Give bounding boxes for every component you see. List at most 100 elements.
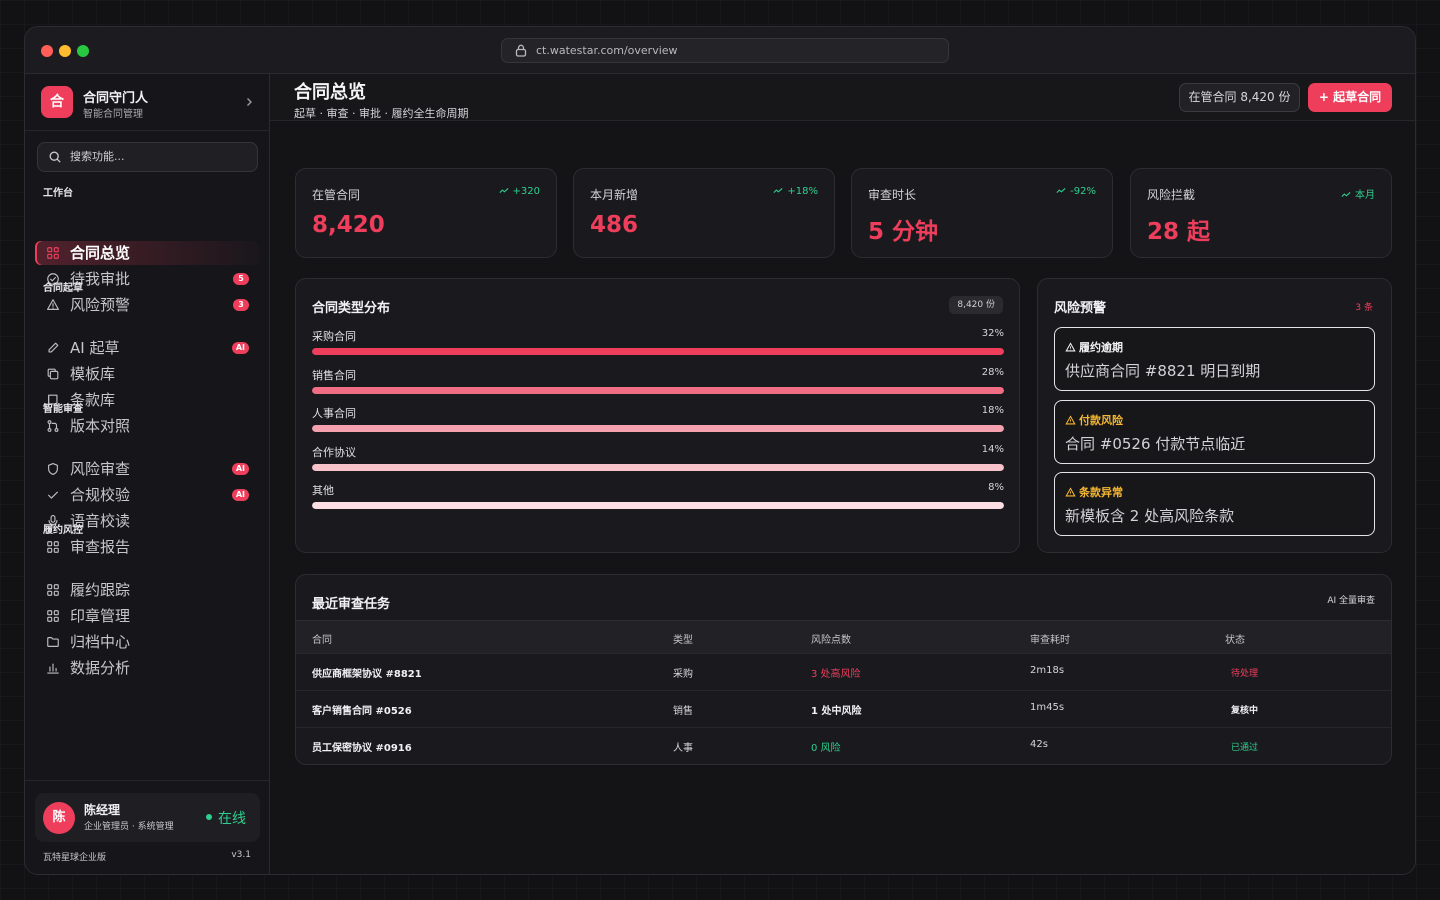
warning-icon: [1065, 414, 1076, 424]
alert-text: 新模板含 2 处高风险条款: [1065, 507, 1235, 525]
risk-cell: 3 处高风险: [811, 669, 861, 680]
sidebar-item-6[interactable]: 版本对照: [35, 414, 259, 438]
distribution-bar-track: [312, 387, 1004, 394]
duration-cell: 42s: [1030, 739, 1048, 750]
online-dot-icon: [206, 814, 212, 820]
alert-text: 供应商合同 #8821 明日到期: [1065, 362, 1261, 380]
user-role: 企业管理员 · 系统管理: [84, 822, 174, 832]
contract-name-cell: 员工保密协议 #0916: [312, 743, 412, 754]
distribution-bar-fill: [312, 502, 1004, 509]
nav-badge: 3: [233, 299, 249, 311]
kpi-trend-value: +18%: [787, 186, 818, 197]
check-icon: [48, 491, 58, 499]
divider: [25, 780, 270, 781]
avatar: 陈: [43, 802, 75, 834]
risk-alert-item[interactable]: 履约逾期 供应商合同 #8821 明日到期: [1054, 327, 1375, 391]
kpi-label: 审查时长: [868, 188, 917, 202]
risk-alert-item[interactable]: 条款异常新模板含 2 处高风险条款: [1054, 472, 1375, 536]
brand-subtitle: 智能合同管理: [83, 109, 143, 120]
sidebar-item-0[interactable]: 合同总览: [35, 241, 259, 265]
contract-type-distribution-card: 合同类型分布 8,420 份 采购合同 32% 销售合同 28% 人事合同 18% 合作协议…: [295, 278, 1020, 553]
sidebar-item-14[interactable]: 数据分析: [35, 656, 259, 680]
distribution-percent: 8%: [988, 482, 1004, 493]
maximize-window-button[interactable]: [77, 45, 89, 57]
minimize-window-button[interactable]: [59, 45, 71, 57]
chevron-right-icon: [247, 98, 252, 106]
search-placeholder: 搜索功能...: [70, 150, 125, 163]
risk-cell: 1 处中风险: [811, 706, 862, 717]
risk-cell: 0 风险: [811, 743, 841, 754]
distribution-bar-fill: [312, 464, 1004, 471]
kpi-label: 在管合同: [312, 188, 361, 202]
brand-switcher[interactable]: 合 合同守门人 智能合同管理: [41, 86, 255, 120]
sidebar-item-4[interactable]: 模板库: [35, 362, 259, 386]
user-card[interactable]: 陈 陈经理 企业管理员 · 系统管理 在线: [35, 793, 260, 842]
distribution-bar-track: [312, 348, 1004, 355]
type-cell: 采购: [673, 669, 693, 680]
sidebar-item-label: 合规校验: [70, 486, 131, 504]
contract-name-cell: 客户销售合同 #0526: [312, 706, 412, 717]
sidebar-item-label: 风险预警: [70, 296, 131, 314]
alert-count: 3 条: [1355, 303, 1373, 313]
sidebar-item-2[interactable]: 风险预警 3: [35, 293, 259, 317]
address-bar[interactable]: ct.watestar.com/overview: [501, 38, 949, 63]
alert-heading-label: 付款风险: [1079, 414, 1123, 427]
sidebar-item-13[interactable]: 归档中心: [35, 630, 259, 654]
draft-contract-button[interactable]: + 起草合同: [1308, 83, 1392, 112]
sidebar-item-8[interactable]: 合规校验 AI: [35, 483, 259, 507]
alert-text: 合同 #0526 付款节点临近: [1065, 435, 1246, 453]
risk-alert-item[interactable]: 付款风险合同 #0526 付款节点临近: [1054, 400, 1375, 464]
distribution-bar-fill: [312, 425, 1004, 432]
page-title: 合同总览: [294, 82, 366, 103]
trend-icon: [498, 188, 509, 193]
nav-badge: 5: [233, 273, 249, 285]
user-name: 陈经理: [84, 803, 121, 817]
table-row[interactable]: 供应商框架协议 #8821 采购 3 处高风险 2m18s 待处理: [296, 653, 1391, 690]
folder-icon: [47, 637, 59, 647]
table-row[interactable]: 客户销售合同 #0526 销售 1 处中风险 1m45s 复核中: [296, 690, 1391, 727]
column-header: 类型: [673, 635, 693, 646]
browser-window: ct.watestar.com/overview 合 合同守门人 智能合同管理 …: [24, 26, 1416, 875]
sidebar-item-3[interactable]: AI 起草 AI: [35, 336, 259, 360]
page-subtitle: 起草 · 审查 · 审批 · 履约全生命周期: [294, 107, 469, 120]
search-icon: [49, 151, 61, 163]
kpi-trend: 本月: [1341, 186, 1375, 201]
distribution-percent: 18%: [981, 405, 1004, 416]
sidebar-item-label: 履约跟踪: [70, 581, 131, 599]
column-header: 审查耗时: [1030, 635, 1070, 646]
alert-heading: 条款异常: [1065, 484, 1123, 500]
sidebar-item-7[interactable]: 风险审查 AI: [35, 457, 259, 481]
card-title: 风险预警: [1054, 301, 1107, 316]
ai-review-tag: AI 全量审查: [1327, 596, 1375, 606]
distribution-label: 人事合同: [312, 407, 356, 420]
sidebar-item-10[interactable]: 审查报告: [35, 535, 259, 559]
search-input[interactable]: 搜索功能...: [37, 142, 258, 172]
kpi-label: 风险拦截: [1147, 188, 1196, 202]
kpi-trend: +18%: [773, 186, 818, 197]
kpi-label: 本月新增: [590, 188, 639, 202]
divider: [25, 130, 270, 131]
trend-icon: [773, 188, 783, 193]
contract-name-cell: 供应商框架协议 #8821: [312, 669, 422, 680]
version-label: v3.1: [231, 850, 251, 860]
alert-heading: 付款风险: [1065, 412, 1123, 428]
bar-chart-icon: [47, 663, 59, 674]
contract-count-chip[interactable]: 在管合同 8,420 份: [1179, 83, 1300, 112]
lock-icon: [515, 44, 527, 57]
kpi-trend-value: 本月: [1355, 190, 1375, 201]
distribution-row: 其他 8%: [312, 482, 1004, 512]
status-badge: 复核中: [1231, 706, 1259, 716]
kpi-value: 486: [590, 212, 639, 238]
sidebar-item-12[interactable]: 印章管理: [35, 604, 259, 628]
grid-icon: [47, 584, 59, 596]
close-window-button[interactable]: [41, 45, 53, 57]
table-row[interactable]: 员工保密协议 #0916 人事 0 风险 42s 已通过: [296, 727, 1391, 764]
column-header: 风险点数: [811, 635, 851, 646]
sidebar-item-label: 印章管理: [70, 607, 131, 625]
nav-group-review: 智能审查: [43, 404, 83, 415]
shield-icon: [48, 463, 58, 475]
distribution-label: 销售合同: [312, 369, 356, 382]
column-header: 状态: [1225, 635, 1245, 646]
sidebar-item-11[interactable]: 履约跟踪: [35, 578, 259, 602]
alert-heading-label: 条款异常: [1079, 486, 1123, 499]
